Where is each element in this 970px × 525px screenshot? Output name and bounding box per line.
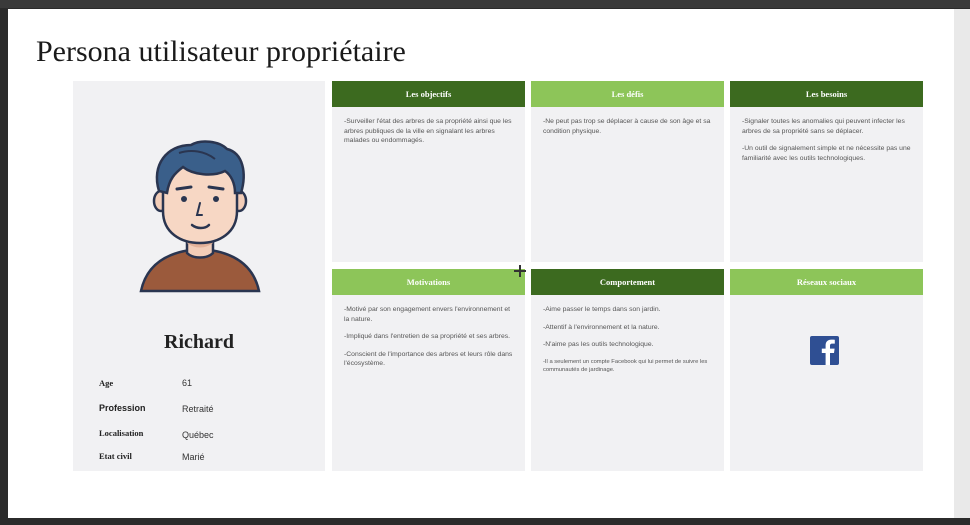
localisation-value: Québec [182, 430, 214, 440]
facebook-icon [810, 336, 839, 365]
motivations-item: -Impliqué dans l'entretien de sa proprié… [344, 333, 511, 340]
man-avatar-icon [139, 140, 261, 293]
profession-value: Retraité [182, 404, 214, 414]
besoins-header: Les besoins [730, 81, 923, 107]
objectifs-item: -Surveiller l'état des arbres de sa prop… [344, 118, 512, 144]
objectifs-card: Les objectifs -Surveiller l'état des arb… [332, 81, 525, 262]
window-top-bar [0, 0, 970, 8]
motivations-card: Motivations -Motivé par son engagement e… [332, 269, 525, 471]
page-title: Persona utilisateur propriétaire [36, 35, 406, 68]
motivations-item: -Conscient de l'importance des arbres et… [344, 350, 513, 368]
defis-card: Les défis -Ne peut pas trop se déplacer … [531, 81, 724, 262]
besoins-card: Les besoins -Signaler toutes les anomali… [730, 81, 923, 262]
motivations-item: -Motivé par son engagement envers l'envi… [344, 306, 511, 323]
objectifs-header: Les objectifs [332, 81, 525, 107]
comportement-header: Comportement [531, 269, 724, 295]
besoins-item: -Signaler toutes les anomalies qui peuve… [742, 118, 905, 135]
besoins-item: -Un outil de signalement simple et ne né… [742, 145, 911, 162]
crosshair-cursor-icon [514, 265, 526, 277]
profession-label: Profession [99, 403, 146, 413]
etat-civil-value: Marié [182, 452, 205, 462]
window-edge [954, 9, 970, 518]
defis-item: -Ne peut pas trop se déplacer à cause de… [543, 118, 711, 135]
profile-panel: Richard Age 61 Profession Retraité Local… [73, 81, 325, 471]
reseaux-card: Réseaux sociaux [730, 269, 923, 471]
age-label: Age [99, 378, 114, 388]
comportement-card: Comportement -Aime passer le temps dans … [531, 269, 724, 471]
defis-header: Les défis [531, 81, 724, 107]
localisation-label: Localisation [99, 428, 144, 438]
slide: Persona utilisateur propriétaire Richard… [8, 9, 954, 518]
persona-name: Richard [164, 331, 234, 353]
etat-civil-label: Etat civil [99, 451, 132, 461]
comportement-item: -Il a seulement un compte Facebook qui l… [543, 358, 708, 373]
reseaux-header: Réseaux sociaux [730, 269, 923, 295]
comportement-item: -N'aime pas les outils technologique. [543, 341, 654, 348]
comportement-item: -Attentif à l'environnement et la nature… [543, 323, 660, 331]
motivations-header: Motivations [332, 269, 525, 295]
comportement-item: -Aime passer le temps dans son jardin. [543, 306, 661, 313]
age-value: 61 [182, 378, 193, 388]
